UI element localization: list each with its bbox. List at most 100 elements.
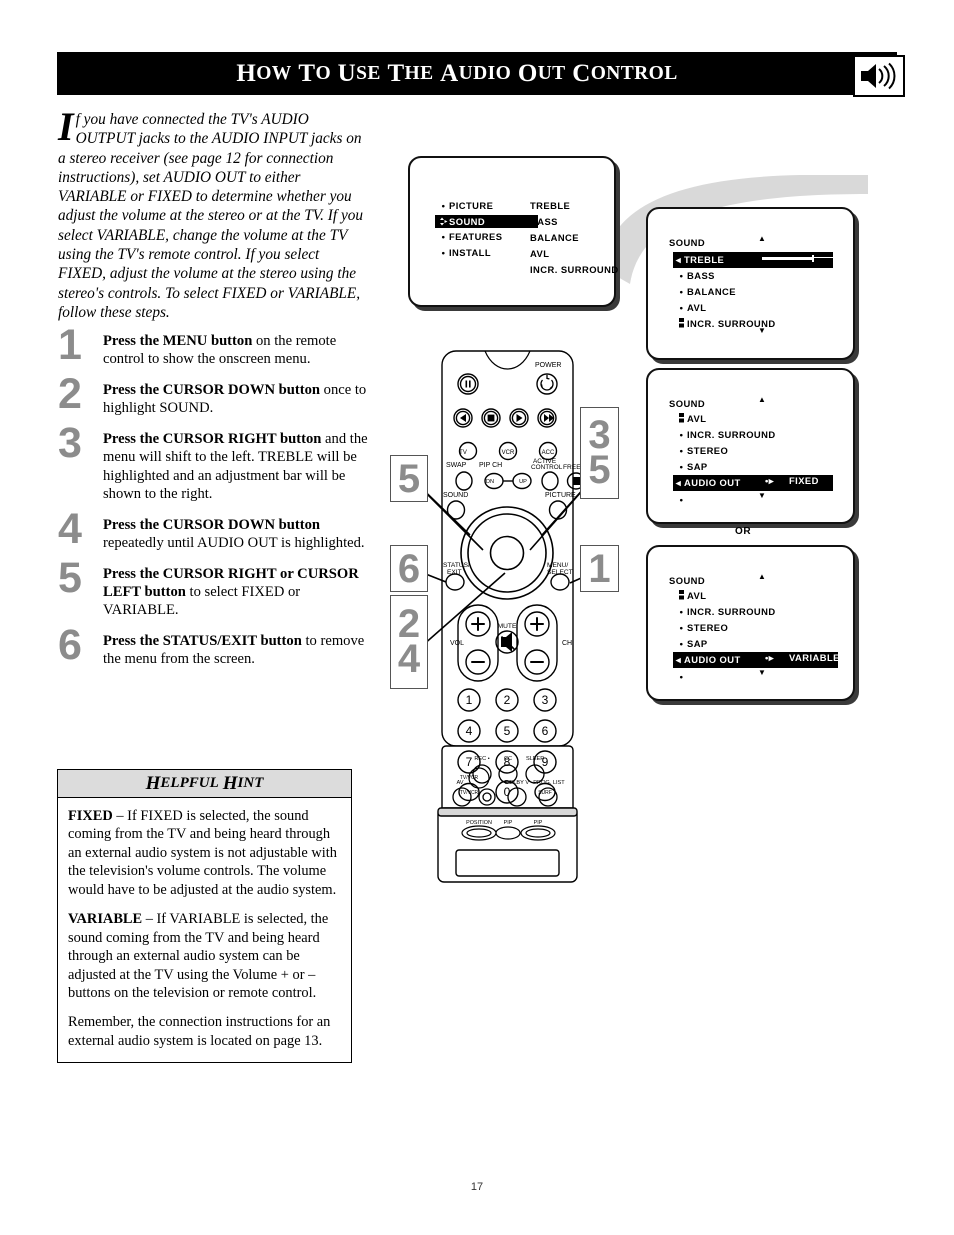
hint-term-fixed: FIXED [68, 808, 113, 824]
svg-text:DOLBY V: DOLBY V [505, 780, 529, 786]
menu-item-avl[interactable]: • AVL [676, 302, 706, 313]
scroll-up-icon[interactable]: ▲ [758, 235, 766, 243]
callout-2-4-left: 2 4 [390, 595, 428, 689]
menu-item-avl[interactable]: AVL [676, 590, 706, 601]
callout-number: 4 [397, 637, 421, 681]
value-cursor-icon: •▸ [765, 652, 774, 663]
svg-text:5: 5 [504, 724, 511, 738]
bullet-icon: • [679, 270, 684, 281]
submenu-item-bass: BASS [530, 216, 558, 227]
menu-label: TREBLE [684, 254, 725, 265]
scroll-down-icon[interactable]: ▼ [758, 492, 766, 500]
svg-text:VOL: VOL [450, 640, 464, 647]
menu-item-incr-surround[interactable]: • INCR. SURROUND [676, 429, 776, 440]
callout-1-right: 1 [580, 545, 619, 592]
menu-item-bass[interactable]: • BASS [676, 270, 715, 281]
scroll-thumb-icon [676, 413, 687, 424]
bullet-icon: • [441, 200, 446, 211]
callout-3-5-right: 3 5 [580, 407, 619, 499]
menu-item-stereo[interactable]: • STEREO [676, 622, 728, 633]
updown-cursor-icon [438, 216, 449, 227]
menu-item-avl[interactable]: AVL [676, 413, 706, 424]
scroll-down-icon[interactable]: ▼ [758, 668, 767, 677]
step-text: Press the CURSOR DOWN button repeatedly … [103, 516, 373, 553]
menu-item-sap[interactable]: • SAP [676, 638, 708, 649]
hint-paragraph: Remember, the connection instructions fo… [68, 1014, 331, 1049]
svg-text:1: 1 [466, 693, 473, 707]
menu-item-stereo[interactable]: • STEREO [676, 445, 728, 456]
submenu-item-balance: BALANCE [530, 232, 579, 243]
bullet-icon: • [679, 445, 684, 456]
menu-label: INCR. SURROUND [687, 606, 776, 617]
menu-item-picture[interactable]: • PICTURE [438, 200, 493, 211]
or-divider-label: OR [735, 526, 752, 537]
menu-label: SOUND [449, 216, 486, 227]
svg-text:4: 4 [466, 724, 473, 738]
menu-item-incr-surround[interactable]: • INCR. SURROUND [676, 606, 776, 617]
manual-page: H OW TO U SE T HE A UDIO O UT C ONTROL If you … [0, 0, 954, 1235]
callout-number: 5 [588, 448, 611, 492]
menu-item-balance[interactable]: • BALANCE [676, 286, 736, 297]
step-bold: Press the CURSOR DOWN button [103, 516, 321, 533]
svg-text:ACC: ACC [542, 450, 555, 456]
menu-item-sound[interactable]: SOUND [435, 215, 538, 228]
step-item: 3 Press the CURSOR RIGHT button and the … [58, 421, 373, 504]
menu-item-next[interactable]: • [676, 494, 687, 505]
svg-text:VCR: VCR [502, 450, 515, 456]
step-bold: Press the CURSOR RIGHT button [103, 430, 322, 447]
treble-bar-empty [813, 256, 835, 259]
bullet-icon: • [679, 286, 684, 297]
menu-label: AVL [687, 302, 707, 313]
menu-label: SAP [687, 638, 708, 649]
menu-label: AUDIO OUT [684, 654, 741, 665]
menu-item-audio-out[interactable]: ◂ AUDIO OUT •▸ VARIABLE [673, 652, 840, 668]
step-text: Press the MENU button on the remote cont… [103, 332, 373, 369]
scroll-thumb-icon [676, 318, 687, 329]
menu-item-features[interactable]: • FEATURES [438, 231, 502, 242]
menu-item-treble[interactable]: ◂ TREBLE 30 [673, 252, 850, 268]
step-bold: Press the CURSOR DOWN button [103, 381, 321, 398]
step-text: Press the CURSOR RIGHT button and the me… [103, 430, 373, 504]
menu-item-sap[interactable]: • SAP [676, 461, 708, 472]
scroll-thumb-icon [676, 590, 687, 601]
svg-text:REC •: REC • [474, 756, 489, 762]
step-item: 6 Press the STATUS/EXIT button to remove… [58, 623, 373, 669]
menu-item-next[interactable]: • [676, 671, 687, 682]
step-item: 5 Press the CURSOR RIGHT or CURSOR LEFT … [58, 556, 373, 620]
callout-number: 5 [397, 456, 421, 501]
svg-text:PIP: PIP [534, 820, 543, 826]
scroll-down-glyph: ▼ [758, 668, 767, 677]
bullet-icon: • [441, 247, 446, 258]
helpful-hint-body: FIXED – If FIXED is selected, the sound … [58, 798, 351, 1062]
treble-value: 30 [839, 252, 851, 263]
tv-menu-screen-3-fixed: SOUND ▲ AVL • INCR. SURROUND • STEREO • SAP… [646, 368, 855, 524]
svg-text:UP: UP [519, 479, 527, 485]
scroll-up-icon[interactable]: ▲ [758, 396, 766, 404]
menu-label: AVL [687, 413, 707, 424]
svg-text:SELECT: SELECT [547, 569, 573, 576]
menu-label: BALANCE [687, 286, 736, 297]
svg-text:CONTROL: CONTROL [531, 464, 563, 471]
menu-label: AVL [687, 590, 707, 601]
step-number: 2 [58, 369, 82, 418]
svg-text:POSITION: POSITION [466, 820, 492, 826]
bullet-icon: • [679, 461, 684, 472]
callout-number: 1 [588, 546, 611, 591]
scroll-down-icon[interactable]: ▼ [758, 327, 766, 335]
svg-text:EXIT: EXIT [447, 569, 462, 576]
menu-label: STEREO [687, 622, 729, 633]
step-bold: Press the MENU button [103, 333, 253, 349]
hint-heading-rest2: INT [237, 775, 264, 791]
menu-item-install[interactable]: • INSTALL [438, 247, 491, 258]
svg-text:STATUS/: STATUS/ [443, 562, 470, 569]
tv-menu-screen-2: SOUND ▲ ◂ TREBLE 30 • BASS • BALANCE • AVL [646, 207, 855, 360]
svg-text:POWER: POWER [535, 362, 561, 369]
menu-label: SAP [687, 461, 708, 472]
step-item: 4 Press the CURSOR DOWN button repeatedl… [58, 507, 373, 553]
menu-item-audio-out[interactable]: ◂ AUDIO OUT •▸ FIXED [673, 475, 833, 491]
audio-out-value: VARIABLE [789, 652, 840, 663]
svg-text:PROG. LIST: PROG. LIST [533, 780, 565, 786]
scroll-up-icon[interactable]: ▲ [758, 573, 766, 581]
svg-text:MENU/: MENU/ [547, 562, 568, 569]
bullet-icon: • [679, 606, 684, 617]
